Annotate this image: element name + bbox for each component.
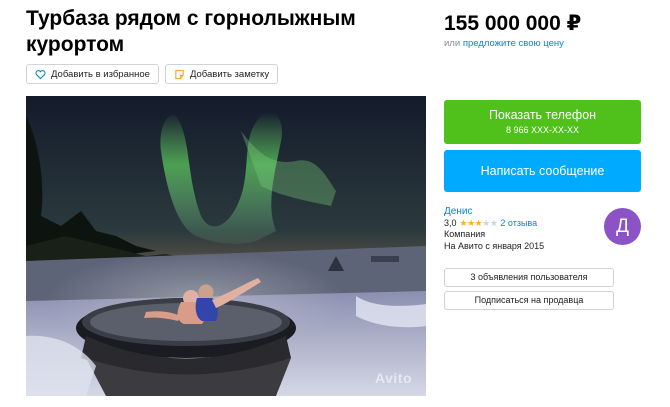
show-phone-label: Показать телефон bbox=[488, 108, 597, 122]
user-listings-button[interactable]: 3 объявления пользователя bbox=[444, 268, 614, 287]
listing-title: Турбаза рядом с горнолыжным курортом bbox=[26, 7, 356, 56]
seller-info: Денис 3,0 ★ ★ ★ ★ ★ 2 отзыва Компания На Ави… bbox=[444, 206, 594, 252]
show-phone-button[interactable]: Показать телефон 8 966 XXX-XX-XX bbox=[444, 100, 641, 144]
price-offer: или предложите свою цену bbox=[444, 38, 564, 49]
photo-aurora-hot-tub bbox=[26, 96, 426, 396]
listing-price: 155 000 000 ₽ bbox=[444, 12, 582, 35]
add-note-button[interactable]: Добавить заметку bbox=[164, 64, 279, 84]
seller-reviews-link[interactable]: 2 отзыва bbox=[500, 218, 537, 230]
star-empty-icon: ★ bbox=[489, 217, 498, 228]
seller-type: Компания bbox=[444, 229, 486, 239]
seller-name-link[interactable]: Денис bbox=[444, 206, 594, 218]
offer-price-link[interactable]: предложите свою цену bbox=[463, 38, 564, 49]
photo-watermark: Avito bbox=[375, 370, 412, 386]
add-to-favorites-button[interactable]: Добавить в избранное bbox=[26, 64, 159, 84]
seller-rating-value: 3,0 bbox=[444, 217, 457, 228]
write-message-button[interactable]: Написать сообщение bbox=[444, 150, 641, 192]
star-filled-icon: ★ bbox=[467, 217, 475, 228]
seller-rating-row: 3,0 ★ ★ ★ ★ ★ 2 отзыва bbox=[444, 218, 594, 230]
listing-actions: Добавить в избранное Добавить заметку bbox=[26, 64, 279, 84]
seller-since: На Авито с января 2015 bbox=[444, 240, 545, 251]
add-note-label: Добавить заметку bbox=[189, 68, 270, 80]
subscribe-seller-button[interactable]: Подписаться на продавца bbox=[444, 291, 614, 310]
seller-avatar[interactable]: Д bbox=[604, 208, 641, 245]
note-icon bbox=[175, 69, 184, 79]
add-to-favorites-label: Добавить в избранное bbox=[51, 68, 150, 80]
masked-phone-number: 8 966 XXX-XX-XX bbox=[505, 125, 580, 135]
star-empty-icon: ★ bbox=[482, 217, 490, 228]
star-filled-icon: ★ bbox=[459, 217, 468, 228]
offer-prefix: или bbox=[444, 38, 461, 49]
listing-photo[interactable]: Avito bbox=[26, 96, 426, 396]
star-filled-icon: ★ bbox=[474, 217, 483, 228]
rating-stars: ★ ★ ★ ★ ★ bbox=[460, 218, 498, 230]
heart-icon bbox=[35, 69, 46, 79]
